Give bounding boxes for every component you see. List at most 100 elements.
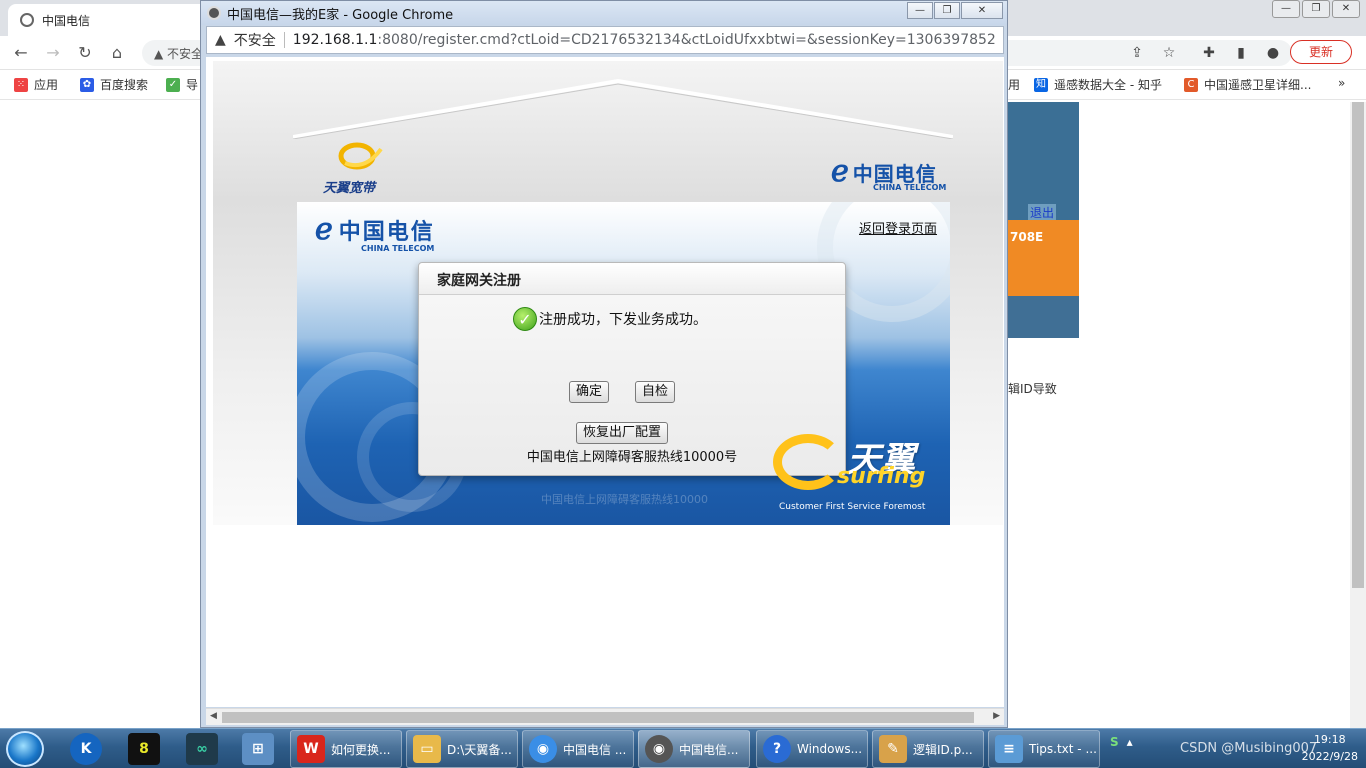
notepad-icon: ≡ — [995, 735, 1023, 763]
back-arrow-icon[interactable]: ← — [10, 42, 32, 64]
background-tab[interactable]: 中国电信 — [8, 4, 228, 36]
task-windows-help[interactable]: ? Windows... — [756, 730, 868, 768]
share-icon[interactable]: ⇪ — [1128, 44, 1146, 62]
popup-horizontal-scrollbar[interactable]: ◀ ▶ — [206, 708, 1004, 725]
background-tab-title: 中国电信 — [42, 13, 91, 28]
clock-date: 2022/9/28 — [1301, 750, 1358, 763]
success-message: ✓ 注册成功，下发业务成功。 — [513, 307, 707, 331]
wps-icon: W — [297, 735, 325, 763]
background-panel-bottom — [1008, 296, 1079, 338]
update-button[interactable]: 更新 — [1290, 40, 1352, 64]
self-check-button[interactable]: 自检 — [635, 381, 676, 403]
chrome-popup-icon: ◉ — [645, 735, 673, 763]
bookmark-label: 应用 — [34, 78, 59, 92]
popup-window-title: 中国电信—我的E家 - Google Chrome — [227, 7, 454, 23]
forward-arrow-icon[interactable]: → — [42, 42, 64, 64]
kugou-icon[interactable]: K — [70, 733, 102, 765]
task-label: 中国电信... — [679, 742, 739, 757]
task-chrome-2[interactable]: ◉ 中国电信... — [638, 730, 750, 768]
popup-window-controls: — ❐ ✕ — [906, 2, 1003, 19]
bookmark-apps[interactable]: ⁙ 应用 — [14, 76, 58, 93]
system-tray: S ▴ — [1110, 735, 1133, 749]
scroll-left-arrow-icon[interactable]: ◀ — [210, 711, 217, 721]
more-bookmarks-chevron[interactable]: » — [1338, 76, 1345, 90]
background-page-text: 辑ID导致 — [1008, 382, 1057, 396]
divider — [283, 32, 285, 48]
url-text: 192.168.1.1:8080/register.cmd?ctLoid=CD2… — [293, 32, 996, 48]
router-page-background: 天翼宽带 ℯ 中国电信 CHINA TELECOM ℯ 中国电信 CHINA T… — [213, 61, 1003, 525]
help-icon: ? — [763, 735, 791, 763]
background-omnibox-text: 不安全 — [167, 47, 204, 61]
surfing-logo-en: surfing — [837, 464, 926, 489]
chrome-globe-icon — [207, 6, 221, 20]
start-button[interactable] — [6, 731, 44, 767]
profile-icon[interactable]: ● — [1264, 44, 1282, 62]
bookmark-satellite[interactable]: C 中国遥感卫星详细... — [1184, 76, 1311, 93]
router-main-panel: ℯ 中国电信 CHINA TELECOM 返回登录页面 中国电信上网障碍客服热线… — [297, 202, 950, 525]
close-button[interactable]: ✕ — [1332, 0, 1360, 18]
reload-icon[interactable]: ↻ — [74, 42, 96, 64]
bookmark-nav[interactable]: ✓ 导 — [166, 76, 198, 93]
popup-maximize-button[interactable]: ❐ — [934, 2, 960, 19]
network-app-icon[interactable]: ⊞ — [242, 733, 274, 765]
china-telecom-logo-top: ℯ 中国电信 CHINA TELECOM — [831, 154, 946, 193]
sogou-ime-icon[interactable]: S — [1110, 735, 1119, 749]
popup-titlebar[interactable]: 中国电信—我的E家 - Google Chrome — ❐ ✕ — [201, 1, 1007, 25]
home-icon[interactable]: ⌂ — [106, 42, 128, 64]
china-telecom-logo: ℯ 中国电信 CHINA TELECOM — [315, 214, 435, 254]
task-label: 中国电信 ... — [563, 742, 627, 757]
scroll-right-arrow-icon[interactable]: ▶ — [993, 711, 1000, 721]
back-to-login-link[interactable]: 返回登录页面 — [859, 218, 937, 237]
ghost-hotline-text: 中国电信上网障碍客服热线10000 — [541, 493, 708, 506]
folder-icon: ▭ — [413, 735, 441, 763]
task-paint[interactable]: ✎ 逻辑ID.p... — [872, 730, 984, 768]
factory-reset-button[interactable]: 恢复出厂配置 — [576, 422, 669, 444]
minimize-button[interactable]: — — [1272, 0, 1300, 18]
roof-decoration — [293, 79, 953, 139]
task-notepad[interactable]: ≡ Tips.txt - ... — [988, 730, 1100, 768]
background-page-panel: 退出 708E — [1008, 102, 1079, 338]
bookmark-label: 用 — [1008, 78, 1021, 92]
bookmark-label: 遥感数据大全 - 知乎 — [1054, 78, 1162, 92]
warning-icon: ▲ — [215, 32, 226, 48]
popup-address-bar[interactable]: ▲ 不安全 192.168.1.1:8080/register.cmd?ctLo… — [206, 26, 1004, 54]
task-wps[interactable]: W 如何更换... — [290, 730, 402, 768]
popup-close-button[interactable]: ✕ — [961, 2, 1003, 19]
clock-time: 19:18 — [1313, 733, 1346, 746]
security-label: 不安全 — [233, 33, 276, 49]
surfing-swirl-icon — [773, 434, 843, 490]
bookmark-zhihu[interactable]: 知 遥感数据大全 - 知乎 — [1034, 76, 1162, 93]
hao-icon: ✓ — [166, 77, 180, 92]
popup-minimize-button[interactable]: — — [907, 2, 933, 19]
warning-icon: ▲ — [154, 47, 168, 61]
csdn-watermark: CSDN @Musibing007 — [1180, 741, 1318, 756]
task-label: 逻辑ID.p... — [913, 742, 973, 757]
task-chrome-1[interactable]: ◉ 中国电信 ... — [522, 730, 634, 768]
tray-chevron-icon[interactable]: ▴ — [1127, 735, 1133, 749]
sidepanel-icon[interactable]: ▮ — [1232, 44, 1250, 62]
extensions-icon[interactable]: ✚ — [1200, 44, 1218, 62]
popup-content: 天翼宽带 ℯ 中国电信 CHINA TELECOM ℯ 中国电信 CHINA T… — [206, 57, 1004, 707]
app-8-icon[interactable]: 8 — [128, 733, 160, 765]
logout-link[interactable]: 退出 — [1028, 204, 1057, 221]
telecom-logo-cn: 中国电信 — [338, 219, 435, 245]
system-clock[interactable]: 19:18 2022/9/28 — [1302, 731, 1358, 765]
confirm-button[interactable]: 确定 — [569, 381, 610, 403]
bookmark-partial[interactable]: 用 — [1008, 76, 1020, 93]
chrome-icon: ◉ — [529, 735, 557, 763]
tianyi-broadband-brand: 天翼宽带 — [323, 181, 376, 196]
bookmark-baidu[interactable]: ✿ 百度搜索 — [80, 76, 148, 93]
background-scrollbar[interactable] — [1352, 102, 1364, 588]
link-app-icon[interactable]: ∞ — [186, 733, 218, 765]
scroll-thumb[interactable] — [222, 712, 974, 723]
maximize-button[interactable]: ❐ — [1302, 0, 1330, 18]
star-icon[interactable]: ☆ — [1160, 44, 1178, 62]
telecom-e-icon: ℯ — [831, 154, 849, 189]
globe-icon — [20, 13, 34, 27]
task-label: 如何更换... — [331, 742, 391, 757]
popup-window: 中国电信—我的E家 - Google Chrome — ❐ ✕ ▲ 不安全 19… — [200, 0, 1008, 728]
task-explorer[interactable]: ▭ D:\天翼备... — [406, 730, 518, 768]
surfing-slogan: Customer First Service Foremost — [779, 502, 926, 512]
task-label: Windows... — [797, 742, 863, 756]
bookmark-label: 百度搜索 — [100, 78, 149, 92]
